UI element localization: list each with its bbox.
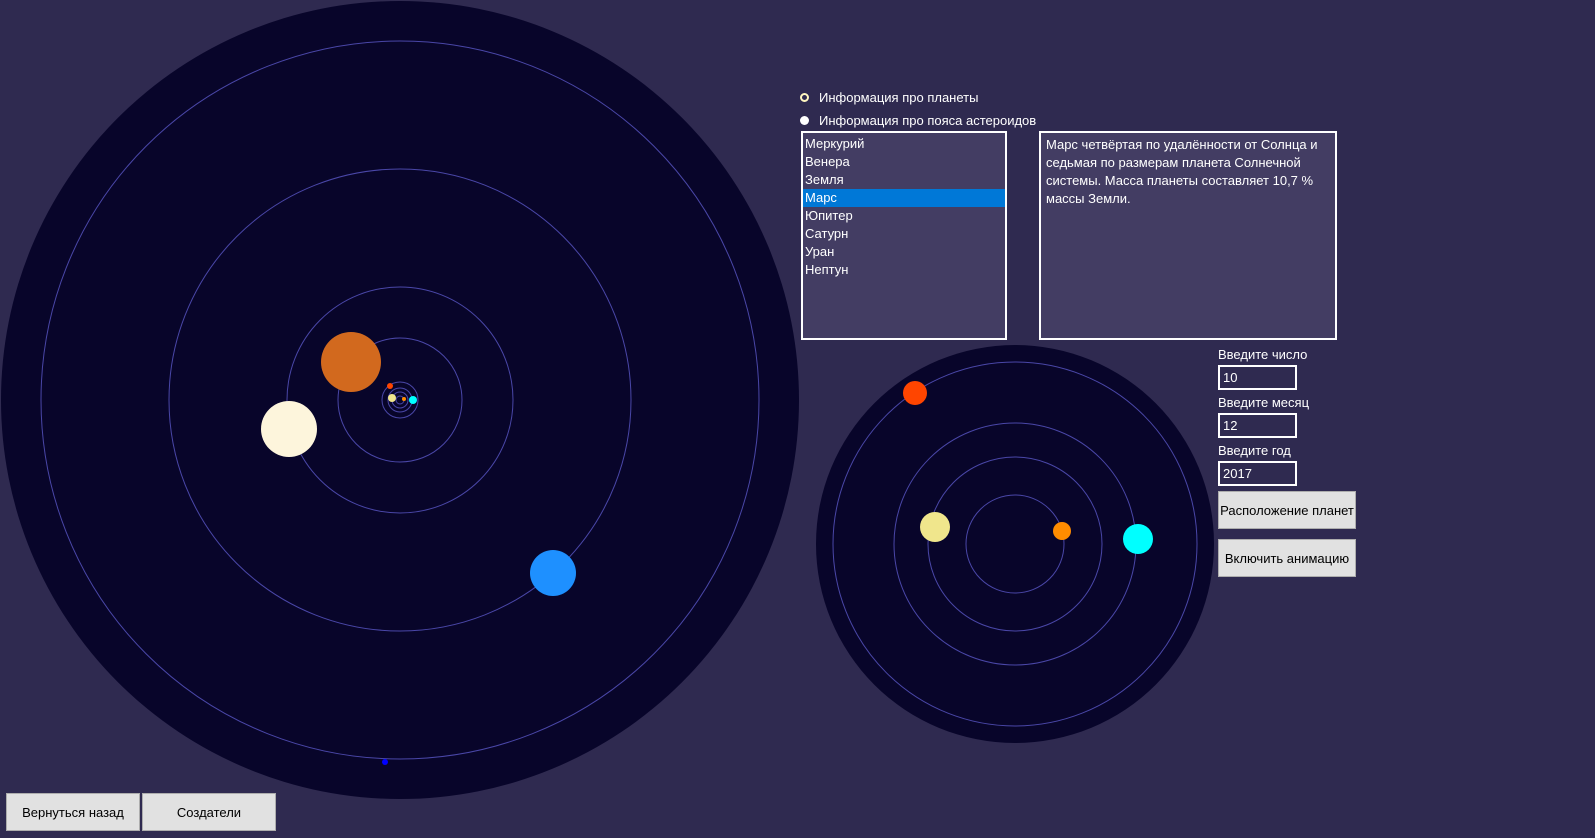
inner-space-disc xyxy=(816,345,1214,743)
inner-solar-system-view xyxy=(815,344,1215,744)
list-item-mars[interactable]: Марс xyxy=(803,189,1005,207)
list-item-mercury[interactable]: Меркурий xyxy=(803,135,1005,153)
radio-belts-label: Информация про пояса астероидов xyxy=(819,113,1037,128)
inner-planet-venus xyxy=(920,512,950,542)
inner-planet-mars xyxy=(1053,522,1071,540)
planet-info-textbox[interactable]: Марс четвёртая по удалённости от Солнца … xyxy=(1039,131,1337,340)
planet-positions-button[interactable]: Расположение планет xyxy=(1218,491,1356,529)
planet-earth-small xyxy=(409,396,417,404)
radio-planets-label: Информация про планеты xyxy=(819,90,979,105)
day-label: Введите число xyxy=(1218,347,1308,362)
list-item-neptune[interactable]: Нептун xyxy=(803,261,1005,279)
planet-saturn xyxy=(261,401,317,457)
planet-uranus xyxy=(530,550,576,596)
inner-planet-mercury xyxy=(903,381,927,405)
outer-system-canvas xyxy=(1,1,799,799)
radio-circle-checked-icon[interactable] xyxy=(800,93,809,102)
planet-mars-small xyxy=(402,397,406,401)
enable-animation-button[interactable]: Включить анимацию xyxy=(1218,539,1356,577)
list-item-earth[interactable]: Земля xyxy=(803,171,1005,189)
space-disc xyxy=(1,1,799,799)
day-input[interactable] xyxy=(1218,365,1297,390)
list-item-uranus[interactable]: Уран xyxy=(803,243,1005,261)
list-item-venus[interactable]: Венера xyxy=(803,153,1005,171)
outer-solar-system-view xyxy=(0,0,800,800)
list-item-jupiter[interactable]: Юпитер xyxy=(803,207,1005,225)
month-input[interactable] xyxy=(1218,413,1297,438)
app-window: Информация про планеты Информация про по… xyxy=(0,0,1595,838)
planet-venus-small xyxy=(388,394,396,402)
planet-listbox[interactable]: Меркурий Венера Земля Марс Юпитер Сатурн… xyxy=(801,131,1007,340)
radio-asteroid-belts-info[interactable]: Информация про пояса астероидов xyxy=(800,113,1036,128)
list-item-saturn[interactable]: Сатурн xyxy=(803,225,1005,243)
planet-jupiter xyxy=(321,332,381,392)
back-button[interactable]: Вернуться назад xyxy=(6,793,140,831)
inner-planet-earth xyxy=(1123,524,1153,554)
planet-neptune xyxy=(382,759,388,765)
year-label: Введите год xyxy=(1218,443,1291,458)
inner-system-canvas xyxy=(816,345,1214,743)
month-label: Введите месяц xyxy=(1218,395,1310,410)
creators-button[interactable]: Создатели xyxy=(142,793,276,831)
planet-mercury-small xyxy=(387,383,393,389)
radio-circle-icon[interactable] xyxy=(800,116,809,125)
year-input[interactable] xyxy=(1218,461,1297,486)
radio-planets-info[interactable]: Информация про планеты xyxy=(800,90,978,105)
